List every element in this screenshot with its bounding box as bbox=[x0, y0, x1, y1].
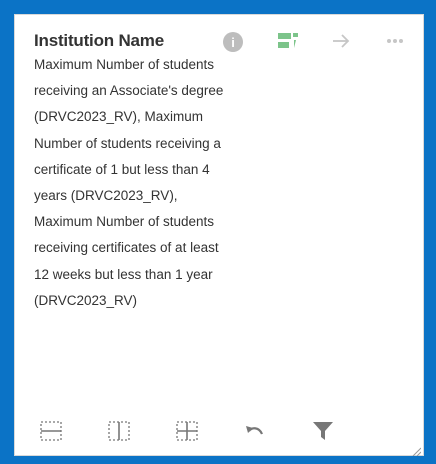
undo-icon[interactable] bbox=[243, 419, 267, 443]
info-icon[interactable]: i bbox=[223, 32, 243, 52]
widget-title: Institution Name bbox=[34, 31, 164, 50]
arrow-right-icon[interactable] bbox=[330, 31, 352, 51]
more-options-icon[interactable] bbox=[384, 31, 406, 51]
widget-description: Maximum Number of students receiving an … bbox=[34, 57, 224, 308]
split-cells-icon[interactable] bbox=[175, 419, 199, 443]
merge-rows-icon[interactable] bbox=[39, 419, 63, 443]
filter-icon[interactable] bbox=[311, 419, 335, 443]
resize-handle-icon[interactable] bbox=[411, 443, 422, 457]
widget-settings-icon[interactable] bbox=[277, 32, 299, 50]
merge-columns-icon[interactable] bbox=[107, 419, 131, 443]
widget-card: Institution Name Maximum Number of stude… bbox=[14, 14, 424, 457]
